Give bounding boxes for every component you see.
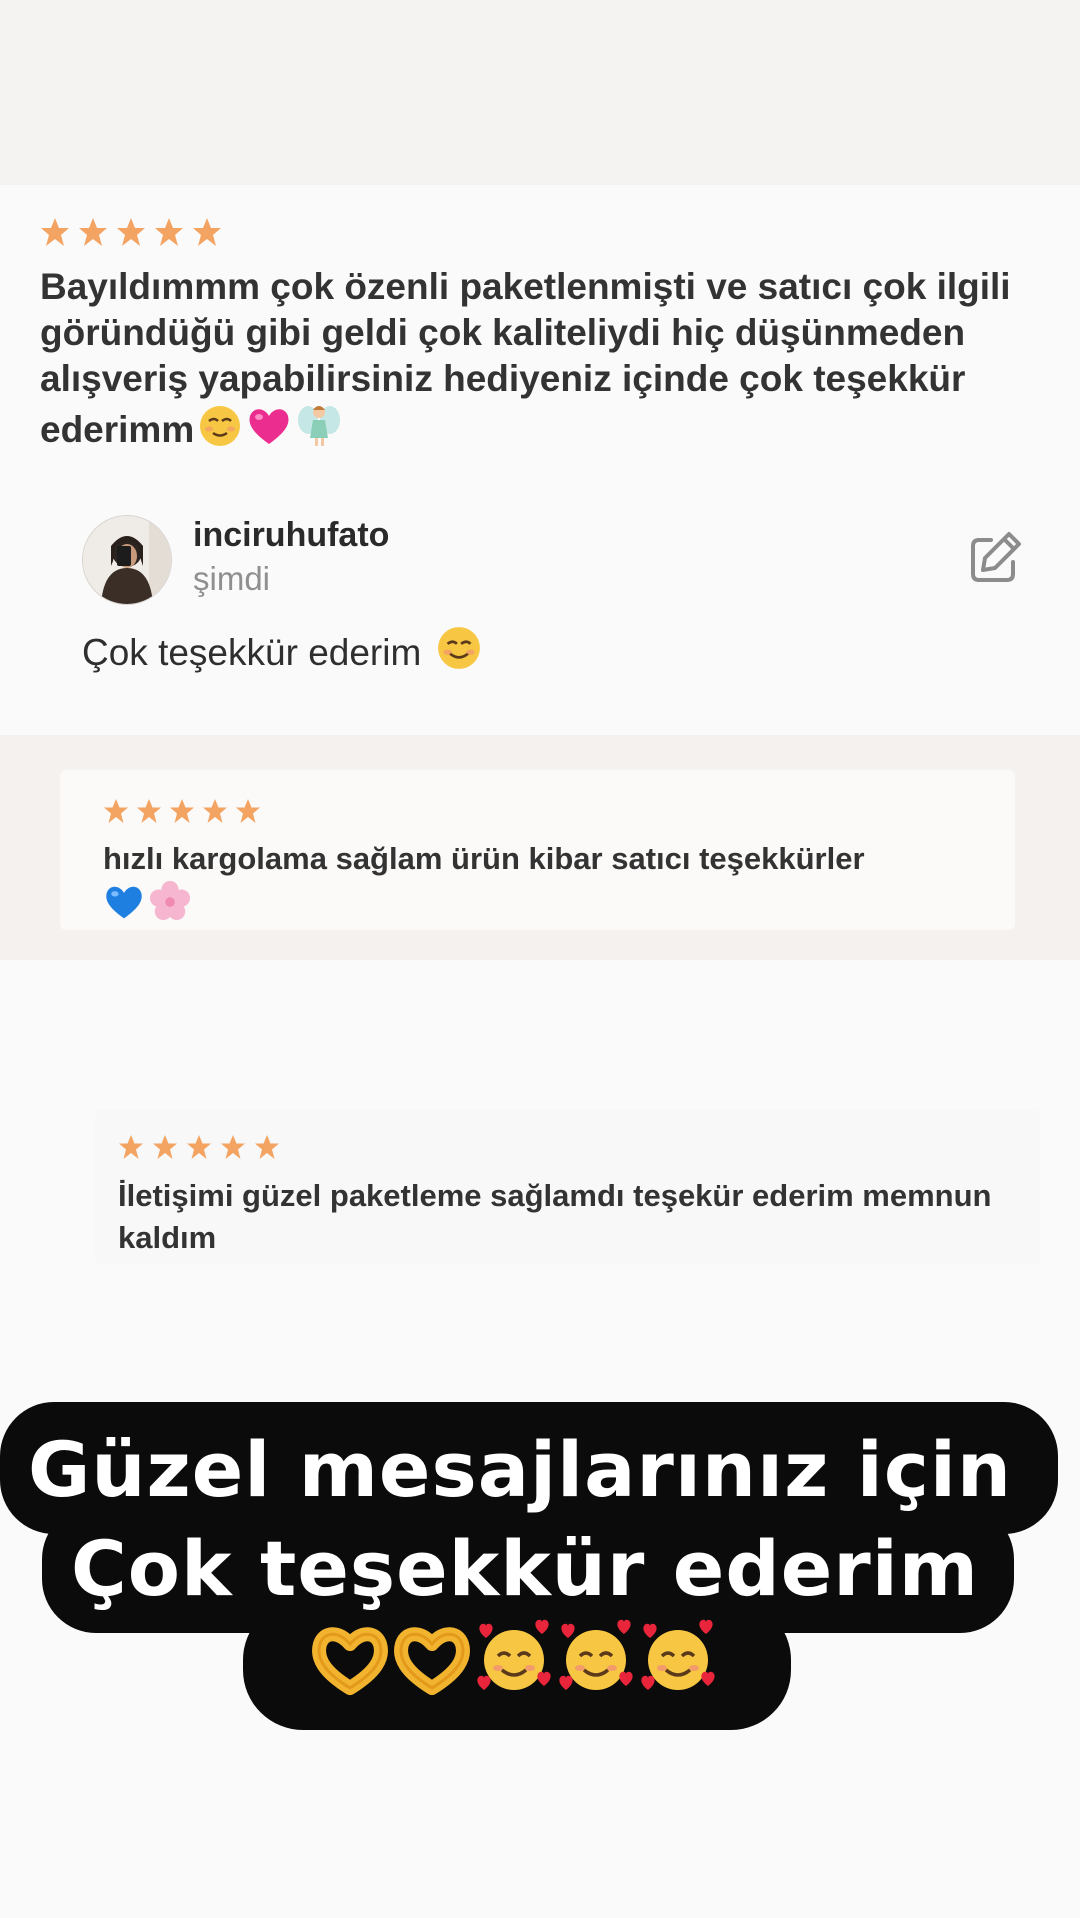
reply-username[interactable]: inciruhufato [193, 516, 389, 555]
star-icon [153, 1135, 177, 1159]
star-icon [170, 799, 194, 823]
star-icon [137, 799, 161, 823]
star-icon [187, 1135, 211, 1159]
avatar[interactable] [82, 515, 172, 605]
banner-emoji-row [310, 1618, 718, 1698]
heart-hands-icon [312, 1627, 388, 1695]
smiling-face-with-hearts-icon [477, 1619, 551, 1690]
review-text-1: Bayıldımmm çok özenli paketlenmişti ve s… [40, 264, 1050, 453]
edit-reply-button[interactable] [965, 528, 1025, 588]
star-rating-3 [118, 1134, 288, 1160]
star-icon [117, 218, 145, 246]
star-icon [255, 1135, 279, 1159]
star-icon [221, 1135, 245, 1159]
review-text-3: İletişimi güzel paketleme sağlamdı teşek… [118, 1178, 992, 1255]
review-text-2-body: hızlı kargolama sağlam ürün kibar satıcı… [103, 841, 865, 876]
star-icon [203, 799, 227, 823]
cherry-blossom-icon [149, 880, 191, 921]
reply-time: şimdi [193, 560, 271, 597]
star-icon [104, 799, 128, 823]
smiling-face-with-hearts-icon [559, 1619, 633, 1690]
star-icon [119, 1135, 143, 1159]
relieved-face-icon [200, 406, 241, 446]
heart-hands-icon [394, 1627, 470, 1695]
star-icon [193, 218, 221, 246]
star-rating-1 [40, 217, 230, 247]
star-icon [41, 218, 69, 246]
star-rating-2 [103, 798, 273, 824]
reply-text: Çok teşekkür ederim [82, 625, 482, 676]
pink-heart-icon [249, 409, 289, 444]
smiling-face-with-hearts-icon [641, 1619, 715, 1690]
review-text-1-body: Bayıldımmm çok özenli paketlenmişti ve s… [40, 266, 1011, 450]
banner-line-1: Güzel mesajlarınız için [27, 1425, 1013, 1514]
star-icon [79, 218, 107, 246]
star-icon [155, 218, 183, 246]
top-band [0, 0, 1080, 185]
reply-text-body: Çok teşekkür ederim [82, 632, 422, 673]
fairy-icon [298, 406, 341, 446]
review-text-2: hızlı kargolama sağlam ürün kibar satıcı… [103, 838, 983, 927]
banner-line-2: Çok teşekkür ederim [71, 1524, 979, 1613]
edit-icon [971, 532, 1021, 582]
blue-heart-icon [106, 886, 142, 919]
star-icon [236, 799, 260, 823]
smiling-face-icon [437, 627, 480, 669]
